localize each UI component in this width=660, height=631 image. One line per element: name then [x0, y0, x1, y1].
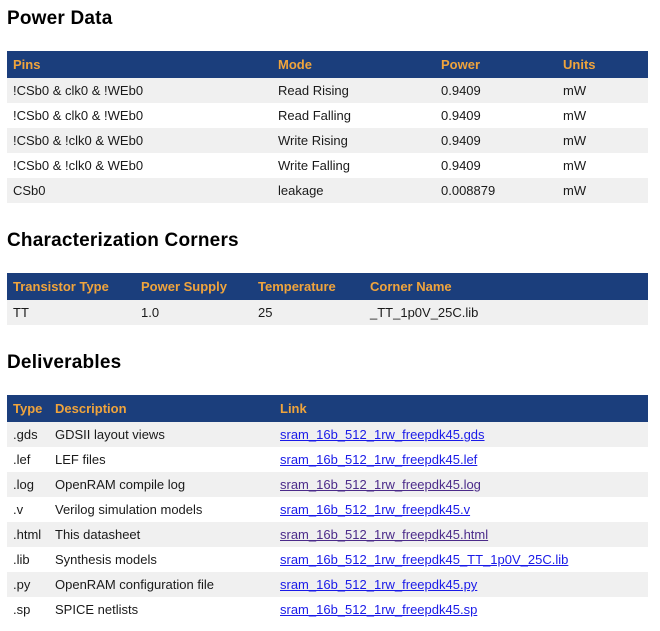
- deliverable-file-link[interactable]: sram_16b_512_1rw_freepdk45.sp: [280, 602, 477, 617]
- table-row: !CSb0 & !clk0 & WEb0 Write Rising 0.9409…: [7, 128, 648, 153]
- link-cell: sram_16b_512_1rw_freepdk45.sp: [274, 597, 648, 622]
- mode-cell: Read Rising: [272, 78, 435, 103]
- power-data-table: Pins Mode Power Units !CSb0 & clk0 & !WE…: [7, 51, 648, 203]
- table-row: .py OpenRAM configuration file sram_16b_…: [7, 572, 648, 597]
- power-cell: 0.9409: [435, 128, 557, 153]
- column-header-mode: Mode: [272, 51, 435, 78]
- column-header-link: Link: [274, 395, 648, 422]
- power-supply-cell: 1.0: [135, 300, 252, 325]
- column-header-description: Description: [49, 395, 274, 422]
- type-cell: .log: [7, 472, 49, 497]
- deliverable-file-link[interactable]: sram_16b_512_1rw_freepdk45.v: [280, 502, 470, 517]
- power-cell: 0.9409: [435, 103, 557, 128]
- column-header-power-supply: Power Supply: [135, 273, 252, 300]
- units-cell: mW: [557, 153, 648, 178]
- deliverable-file-link[interactable]: sram_16b_512_1rw_freepdk45.html: [280, 527, 488, 542]
- description-cell: SPICE netlists: [49, 597, 274, 622]
- table-row: !CSb0 & clk0 & !WEb0 Read Rising 0.9409 …: [7, 78, 648, 103]
- description-cell: GDSII layout views: [49, 422, 274, 447]
- description-cell: OpenRAM configuration file: [49, 572, 274, 597]
- table-row: .lib Synthesis models sram_16b_512_1rw_f…: [7, 547, 648, 572]
- link-cell: sram_16b_512_1rw_freepdk45.html: [274, 522, 648, 547]
- table-row: .v Verilog simulation models sram_16b_51…: [7, 497, 648, 522]
- mode-cell: Write Rising: [272, 128, 435, 153]
- column-header-pins: Pins: [7, 51, 272, 78]
- mode-cell: Read Falling: [272, 103, 435, 128]
- temperature-cell: 25: [252, 300, 364, 325]
- table-row: CSb0 leakage 0.008879 mW: [7, 178, 648, 203]
- corner-name-cell: _TT_1p0V_25C.lib: [364, 300, 648, 325]
- power-table-header-row: Pins Mode Power Units: [7, 51, 648, 78]
- column-header-power: Power: [435, 51, 557, 78]
- table-row: .log OpenRAM compile log sram_16b_512_1r…: [7, 472, 648, 497]
- table-row: .sp SPICE netlists sram_16b_512_1rw_free…: [7, 597, 648, 622]
- type-cell: .lib: [7, 547, 49, 572]
- power-cell: 0.9409: [435, 153, 557, 178]
- type-cell: .sp: [7, 597, 49, 622]
- units-cell: mW: [557, 178, 648, 203]
- table-row: !CSb0 & clk0 & !WEb0 Read Falling 0.9409…: [7, 103, 648, 128]
- type-cell: .lef: [7, 447, 49, 472]
- power-data-heading: Power Data: [7, 8, 652, 30]
- characterization-corners-table: Transistor Type Power Supply Temperature…: [7, 273, 648, 325]
- deliverable-file-link[interactable]: sram_16b_512_1rw_freepdk45.gds: [280, 427, 485, 442]
- power-cell: 0.008879: [435, 178, 557, 203]
- characterization-corners-heading: Characterization Corners: [7, 230, 652, 252]
- table-row: !CSb0 & !clk0 & WEb0 Write Falling 0.940…: [7, 153, 648, 178]
- description-cell: Synthesis models: [49, 547, 274, 572]
- units-cell: mW: [557, 103, 648, 128]
- pins-cell: !CSb0 & !clk0 & WEb0: [7, 153, 272, 178]
- type-cell: .html: [7, 522, 49, 547]
- link-cell: sram_16b_512_1rw_freepdk45.log: [274, 472, 648, 497]
- pins-cell: CSb0: [7, 178, 272, 203]
- deliverable-file-link[interactable]: sram_16b_512_1rw_freepdk45_TT_1p0V_25C.l…: [280, 552, 568, 567]
- deliverables-table: Type Description Link .gds GDSII layout …: [7, 395, 648, 622]
- column-header-corner-name: Corner Name: [364, 273, 648, 300]
- table-row: .gds GDSII layout views sram_16b_512_1rw…: [7, 422, 648, 447]
- table-row: .html This datasheet sram_16b_512_1rw_fr…: [7, 522, 648, 547]
- pins-cell: !CSb0 & clk0 & !WEb0: [7, 78, 272, 103]
- power-cell: 0.9409: [435, 78, 557, 103]
- mode-cell: leakage: [272, 178, 435, 203]
- link-cell: sram_16b_512_1rw_freepdk45.gds: [274, 422, 648, 447]
- deliverables-heading: Deliverables: [7, 352, 652, 374]
- deliverable-file-link[interactable]: sram_16b_512_1rw_freepdk45.py: [280, 577, 477, 592]
- column-header-units: Units: [557, 51, 648, 78]
- description-cell: Verilog simulation models: [49, 497, 274, 522]
- description-cell: This datasheet: [49, 522, 274, 547]
- description-cell: LEF files: [49, 447, 274, 472]
- type-cell: .gds: [7, 422, 49, 447]
- units-cell: mW: [557, 128, 648, 153]
- units-cell: mW: [557, 78, 648, 103]
- deliverable-file-link[interactable]: sram_16b_512_1rw_freepdk45.log: [280, 477, 481, 492]
- table-row: .lef LEF files sram_16b_512_1rw_freepdk4…: [7, 447, 648, 472]
- column-header-type: Type: [7, 395, 49, 422]
- type-cell: .py: [7, 572, 49, 597]
- link-cell: sram_16b_512_1rw_freepdk45.py: [274, 572, 648, 597]
- link-cell: sram_16b_512_1rw_freepdk45.v: [274, 497, 648, 522]
- mode-cell: Write Falling: [272, 153, 435, 178]
- table-row: TT 1.0 25 _TT_1p0V_25C.lib: [7, 300, 648, 325]
- deliverable-file-link[interactable]: sram_16b_512_1rw_freepdk45.lef: [280, 452, 477, 467]
- deliverables-table-header-row: Type Description Link: [7, 395, 648, 422]
- description-cell: OpenRAM compile log: [49, 472, 274, 497]
- column-header-transistor-type: Transistor Type: [7, 273, 135, 300]
- corners-table-header-row: Transistor Type Power Supply Temperature…: [7, 273, 648, 300]
- pins-cell: !CSb0 & clk0 & !WEb0: [7, 103, 272, 128]
- type-cell: .v: [7, 497, 49, 522]
- pins-cell: !CSb0 & !clk0 & WEb0: [7, 128, 272, 153]
- column-header-temperature: Temperature: [252, 273, 364, 300]
- link-cell: sram_16b_512_1rw_freepdk45.lef: [274, 447, 648, 472]
- link-cell: sram_16b_512_1rw_freepdk45_TT_1p0V_25C.l…: [274, 547, 648, 572]
- transistor-type-cell: TT: [7, 300, 135, 325]
